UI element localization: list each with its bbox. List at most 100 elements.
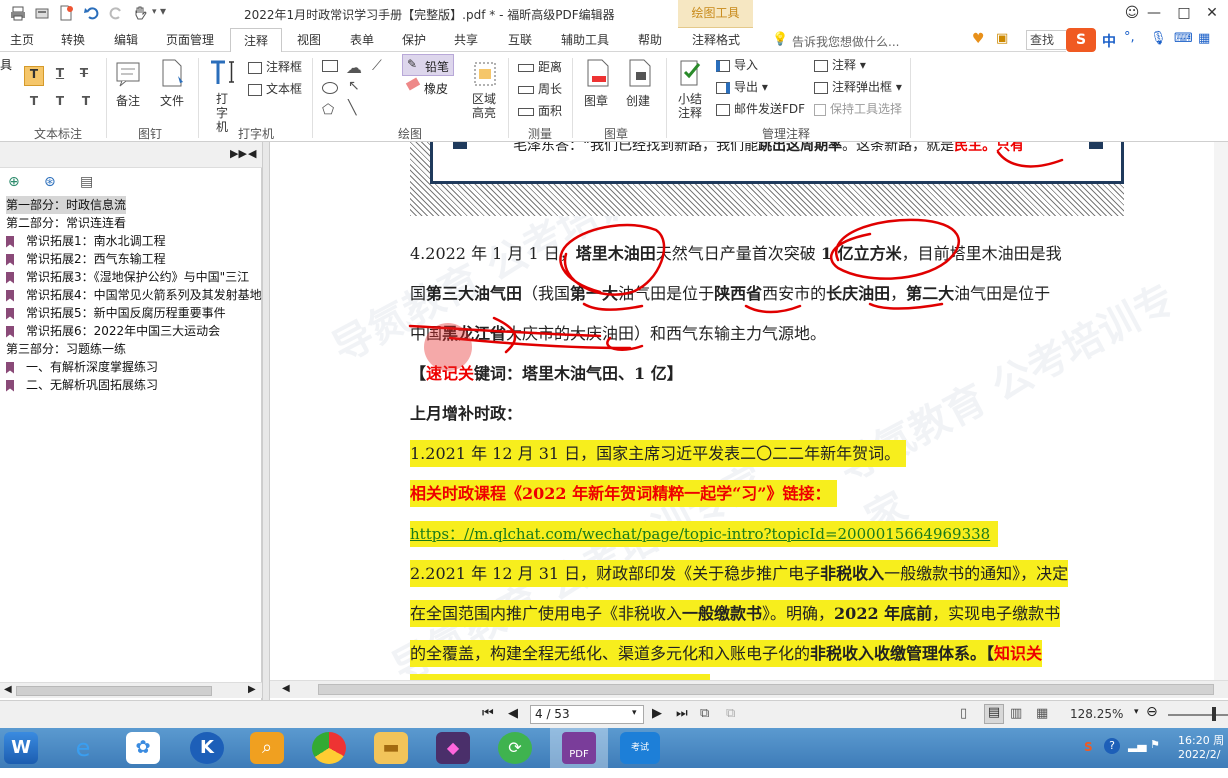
comment-popup-button[interactable]: 注释弹出框 ▾ — [814, 78, 902, 95]
document-view[interactable]: 导氮教育 公考培训专家 导氮教育 公考培训专家 导氮教育 公考培训专家 毛泽东答… — [270, 142, 1228, 680]
textbox-button[interactable]: 文本框 — [248, 80, 302, 97]
tell-me-input[interactable]: 告诉我您想做什么... — [792, 33, 899, 50]
scroll-left-icon[interactable]: ◀ — [282, 683, 290, 694]
previous-view-icon[interactable]: ⧉ — [700, 706, 709, 721]
page-number-input[interactable]: 4 / 53 — [530, 705, 644, 724]
tab-connect[interactable]: 互联 — [498, 28, 542, 52]
cloud-icon[interactable]: ☁ — [346, 58, 362, 77]
stamp-icon[interactable] — [584, 58, 612, 88]
quick-access-dropdown-icon[interactable]: ▾ — [152, 7, 157, 17]
area-highlight-icon[interactable] — [472, 60, 498, 88]
bookmark-item[interactable]: 常识拓展6：2022年中国三大运动会 — [6, 322, 220, 340]
heart-icon[interactable]: ♥ — [972, 31, 985, 47]
previous-page-icon[interactable]: ◀ — [508, 706, 518, 721]
bookmark-options-icon[interactable]: ⊛ — [44, 174, 56, 190]
zoom-slider-thumb[interactable] — [1212, 707, 1216, 721]
tab-help[interactable]: 帮助 — [628, 28, 672, 52]
zoom-level[interactable]: 128.25% — [1070, 707, 1123, 721]
video-app-icon[interactable]: ◆ — [436, 732, 470, 764]
clock-time[interactable]: 16:20 周 — [1178, 732, 1224, 748]
close-button[interactable]: ✕ — [1198, 2, 1226, 26]
area-button[interactable]: 面积 — [518, 102, 562, 119]
scrollbar-thumb[interactable] — [16, 686, 212, 696]
next-view-icon[interactable]: ⧉ — [726, 706, 735, 721]
undo-icon[interactable] — [84, 5, 100, 21]
single-page-icon[interactable]: ▯ — [960, 706, 967, 721]
file-explorer-icon[interactable]: ▬ — [374, 732, 408, 764]
page-dropdown-icon[interactable]: ▾ — [632, 708, 637, 718]
bookmark-item[interactable]: 常识拓展5：新中国反腐历程重要事件 — [6, 304, 226, 322]
panel-splitter[interactable] — [262, 142, 270, 700]
create-stamp-icon[interactable] — [626, 58, 654, 88]
ime-punctuation-icon[interactable]: °, — [1124, 30, 1135, 45]
tab-home[interactable]: 主页 — [0, 28, 44, 52]
underline-text-icon[interactable]: T — [52, 66, 68, 86]
last-page-icon[interactable]: ⏭ — [676, 706, 688, 721]
stamp-button[interactable]: 图章 — [584, 92, 608, 109]
ime-chinese-mode[interactable]: 中 — [1102, 31, 1116, 51]
polyline-icon[interactable]: ⟋ — [372, 58, 382, 74]
tab-protect[interactable]: 保护 — [392, 28, 436, 52]
zoom-dropdown-icon[interactable]: ▾ — [1134, 707, 1139, 717]
first-page-icon[interactable]: ⏮ — [482, 706, 494, 721]
clock-date[interactable]: 2022/2/ — [1178, 748, 1220, 761]
tab-annotate[interactable]: 注释 — [230, 28, 282, 53]
create-stamp-button[interactable]: 创建 — [626, 92, 650, 109]
line-icon[interactable]: ╲ — [348, 100, 356, 116]
pencil-button[interactable]: ✎ 铅笔 — [402, 54, 454, 76]
typewriter-icon[interactable] — [208, 58, 238, 88]
cloud-app-icon[interactable]: ✿ — [126, 732, 160, 764]
tab-accessibility[interactable]: 辅助工具 — [552, 28, 618, 52]
sync-app-icon[interactable]: ⟳ — [498, 732, 532, 764]
sogou-logo-icon[interactable]: S — [1066, 28, 1096, 52]
panel-horizontal-scrollbar[interactable]: ◀ ▶ — [0, 682, 262, 698]
tab-page-manage[interactable]: 页面管理 — [156, 28, 224, 52]
strikeout-text-icon[interactable]: T — [76, 66, 92, 86]
tray-sogou-icon[interactable]: S — [1084, 740, 1093, 754]
print-icon[interactable] — [10, 5, 26, 21]
start-button[interactable]: W — [4, 732, 38, 764]
ie-browser-icon[interactable]: e — [66, 732, 100, 764]
keep-tool-checkbox[interactable]: 保持工具选择 — [814, 100, 902, 117]
context-tab-drawing-tools[interactable]: 绘图工具 — [678, 0, 753, 28]
bookmark-list-icon[interactable]: ▤ — [80, 174, 93, 190]
bookmark-item[interactable]: 一、有解析深度掌握练习 — [6, 358, 158, 376]
bookmark-item[interactable]: 第三部分：习题练一练 — [6, 340, 126, 358]
tab-form[interactable]: 表单 — [340, 28, 384, 52]
magnifier-app-icon[interactable]: ⌕ — [250, 732, 284, 764]
tab-annotation-format[interactable]: 注释格式 — [684, 28, 748, 52]
tray-help-icon[interactable]: ? — [1104, 738, 1120, 754]
rectangle-icon[interactable] — [322, 60, 338, 72]
bookmark-item[interactable]: 常识拓展3：《湿地保护公约》与中国"三江 — [6, 268, 249, 286]
summarize-button[interactable]: 小结注释 — [678, 92, 704, 120]
tab-convert[interactable]: 转换 — [50, 28, 96, 52]
zoom-slider[interactable] — [1168, 714, 1228, 716]
tab-edit[interactable]: 编辑 — [104, 28, 148, 52]
continuous-facing-icon[interactable]: ▦ — [1036, 706, 1048, 721]
exam-app-icon[interactable]: 考试 — [620, 732, 660, 764]
collapse-panel-icon[interactable]: ◀ — [248, 147, 256, 160]
hand-tool-icon[interactable] — [132, 5, 148, 21]
eraser-button[interactable]: 橡皮 — [402, 77, 454, 98]
summarize-icon[interactable] — [676, 58, 706, 88]
keyboard-icon[interactable]: ⌨ — [1174, 31, 1193, 46]
foxit-pdf-taskbar-item[interactable]: PDF — [550, 728, 608, 768]
import-button[interactable]: 导入 — [716, 56, 758, 73]
ime-menu-icon[interactable]: ▦ — [1198, 31, 1210, 46]
maximize-button[interactable]: □ — [1170, 2, 1198, 26]
bookmark-item[interactable]: 常识拓展4：中国常见火箭系列及其发射基地 — [6, 286, 262, 304]
document-vertical-scrollbar[interactable] — [1214, 142, 1228, 680]
scrollbar-thumb[interactable] — [318, 684, 1214, 695]
note-button[interactable]: 备注 — [116, 92, 140, 109]
minimize-button[interactable]: — — [1140, 2, 1168, 26]
comment-list-button[interactable]: 注释 ▾ — [814, 56, 866, 73]
bookmark-item[interactable]: 常识拓展1：南水北调工程 — [6, 232, 166, 250]
tab-view[interactable]: 视图 — [288, 28, 330, 52]
file-attach-icon[interactable] — [158, 58, 186, 88]
note-icon[interactable] — [114, 60, 142, 88]
chrome-icon[interactable] — [312, 732, 346, 764]
new-icon[interactable] — [58, 5, 74, 21]
zoom-out-icon[interactable]: ⊖ — [1146, 704, 1158, 720]
tab-share[interactable]: 共享 — [444, 28, 488, 52]
scan-icon[interactable] — [34, 5, 50, 21]
